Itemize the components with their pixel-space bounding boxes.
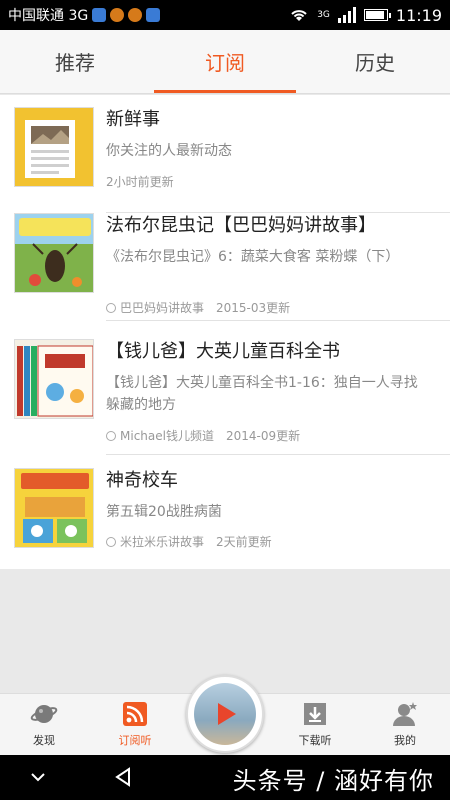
updated-time: 2天前更新 [216, 535, 272, 549]
subscription-desc: 第五辑20战胜病菌 [106, 504, 222, 520]
subscription-title: 新鲜事 [106, 109, 160, 130]
insect-book-cover-icon [14, 213, 94, 293]
updated-time: 2小时前更新 [106, 175, 174, 189]
rss-icon [123, 702, 147, 726]
subscription-meta: Michael钱儿频道 2014-09更新 [106, 427, 300, 444]
nav-discover[interactable]: 发现 [4, 700, 84, 754]
planet-icon [30, 705, 58, 723]
subscription-item-magic-school-bus[interactable]: 神奇校车 第五辑20战胜病菌 米拉米乐讲故事 2天前更新 [0, 460, 450, 560]
battery-icon [363, 9, 391, 21]
app-notification-icon [128, 8, 143, 22]
tab-subscribe[interactable]: 订阅 [150, 30, 300, 93]
subscription-item-news[interactable]: 新鲜事 你关注的人最新动态 2小时前更新 [0, 95, 450, 213]
app-notification-icon [110, 8, 125, 22]
back-icon[interactable] [112, 765, 136, 789]
clock: 11:19 [395, 5, 442, 25]
subscription-item-encyclopedia[interactable]: 【钱儿爸】大英儿童百科全书 【钱儿爸】大英儿童百科全书1-16：独自一人寻找躲藏… [0, 331, 450, 455]
user-icon [106, 302, 116, 313]
divider [106, 320, 450, 321]
updated-time: 2015-03更新 [216, 301, 291, 315]
watermark: 头条号 / 涵好有你 [232, 767, 434, 795]
signal-icon [337, 7, 356, 23]
nav-subscribe[interactable]: 订阅听 [95, 700, 175, 754]
magic-school-bus-cover-icon [14, 468, 94, 548]
nav-label: 我的 [394, 734, 416, 747]
wifi-icon [291, 10, 307, 21]
news-icon [14, 107, 94, 187]
nav-label: 下载听 [298, 734, 332, 747]
app-notification-icon [92, 8, 107, 22]
network-type: 3G [317, 10, 330, 20]
tab-recommend[interactable]: 推荐 [0, 30, 150, 93]
updated-time: 2014-09更新 [225, 429, 301, 443]
nav-download[interactable]: 下载听 [275, 700, 355, 754]
subscription-desc: 你关注的人最新动态 [106, 143, 232, 159]
subscription-title: 神奇校车 [106, 470, 178, 491]
author-name: 巴巴妈妈讲故事 [120, 301, 205, 315]
author-name: 米拉米乐讲故事 [120, 535, 205, 549]
user-icon [106, 536, 116, 547]
system-nav-bar: 头条号 / 涵好有你 [0, 755, 450, 800]
subscription-meta: 2小时前更新 [106, 173, 174, 190]
subscription-title: 法布尔昆虫记【巴巴妈妈讲故事】 [106, 215, 376, 236]
carrier-label: 中国联通 3G [8, 8, 89, 24]
divider [106, 454, 450, 455]
tab-bar: 推荐 订阅 历史 [0, 30, 450, 94]
download-icon [304, 703, 326, 725]
subscription-desc: 《法布尔昆虫记》6：蔬菜大食客 菜粉蝶（下） [106, 249, 400, 265]
tab-history[interactable]: 历史 [300, 30, 450, 93]
subscription-meta: 巴巴妈妈讲故事 2015-03更新 [106, 299, 290, 316]
subscription-list: 新鲜事 你关注的人最新动态 2小时前更新 法布尔昆虫记【巴巴妈妈讲故事】 《法布… [0, 95, 450, 569]
app-notification-icon [146, 8, 161, 22]
chevron-down-icon[interactable] [26, 765, 50, 789]
nav-mine[interactable]: 我的 [365, 700, 445, 754]
user-icon [106, 430, 116, 441]
encyclopedia-cover-icon [14, 339, 94, 419]
subscription-desc: 【钱儿爸】大英儿童百科全书1-16：独自一人寻找躲藏的地方 [106, 375, 418, 413]
play-icon [218, 703, 236, 725]
nav-label: 发现 [33, 734, 55, 747]
subscription-title: 【钱儿爸】大英儿童百科全书 [106, 341, 340, 362]
player-cover [194, 683, 256, 745]
subscription-item-insects[interactable]: 法布尔昆虫记【巴巴妈妈讲故事】 《法布尔昆虫记》6：蔬菜大食客 菜粉蝶（下） 巴… [0, 205, 450, 321]
subscription-meta: 米拉米乐讲故事 2天前更新 [106, 533, 272, 550]
status-bar: 中国联通 3G 3G 11:19 [0, 0, 450, 30]
author-name: Michael钱儿频道 [120, 429, 214, 443]
player-button[interactable] [186, 675, 264, 753]
nav-label: 订阅听 [118, 734, 152, 747]
user-icon [393, 702, 417, 726]
